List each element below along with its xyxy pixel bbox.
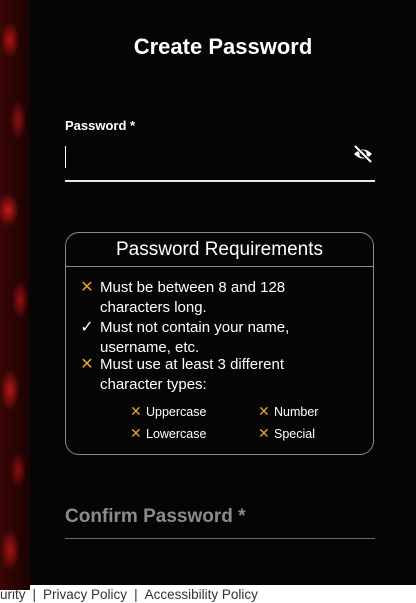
requirements-divider — [66, 266, 373, 267]
footer-separator: | — [134, 587, 138, 602]
password-requirements-box: Password Requirements ✕ Must be between … — [65, 232, 374, 455]
type-label: Uppercase — [146, 405, 207, 419]
x-icon: ✕ — [258, 403, 270, 419]
x-icon: ✕ — [130, 403, 142, 419]
type-number: ✕ Number — [258, 403, 318, 420]
type-label: Special — [274, 427, 315, 441]
password-underline — [65, 180, 375, 182]
footer-link-accessibility[interactable]: Accessibility Policy — [145, 587, 258, 602]
x-icon: ✕ — [258, 425, 270, 441]
footer-link-privacy[interactable]: Privacy Policy — [43, 587, 127, 602]
requirement-text: Must be between 8 and 128 — [100, 279, 286, 296]
confirm-password-underline — [65, 538, 375, 539]
type-label: Number — [274, 405, 319, 419]
footer-links: urity | Privacy Policy | Accessibility Polic… — [0, 587, 416, 603]
requirement-text: Must use at least 3 different — [100, 356, 284, 373]
type-special: ✕ Special — [258, 425, 315, 442]
password-input[interactable] — [65, 140, 359, 178]
requirement-text: Must not contain your name, — [100, 319, 290, 336]
page-title: Create Password — [133, 34, 313, 59]
requirements-title: Password Requirements — [116, 239, 323, 260]
eye-slash-icon[interactable] — [352, 144, 374, 164]
password-label: Password * — [65, 118, 136, 133]
confirm-password-field[interactable]: Confirm Password * — [65, 506, 246, 528]
footer-link-security[interactable]: urity — [0, 587, 26, 602]
text-cursor — [65, 146, 66, 168]
x-icon: ✕ — [80, 279, 94, 296]
background-image — [0, 0, 30, 590]
x-icon: ✕ — [80, 356, 94, 373]
requirement-text: characters long. — [100, 299, 207, 316]
type-label: Lowercase — [146, 427, 207, 441]
footer-separator: | — [32, 587, 37, 602]
x-icon: ✕ — [130, 425, 142, 441]
check-icon: ✓ — [80, 319, 94, 336]
requirement-text: character types: — [100, 376, 207, 393]
type-lowercase: ✕ Lowercase — [130, 425, 206, 442]
type-uppercase: ✕ Uppercase — [130, 403, 206, 420]
